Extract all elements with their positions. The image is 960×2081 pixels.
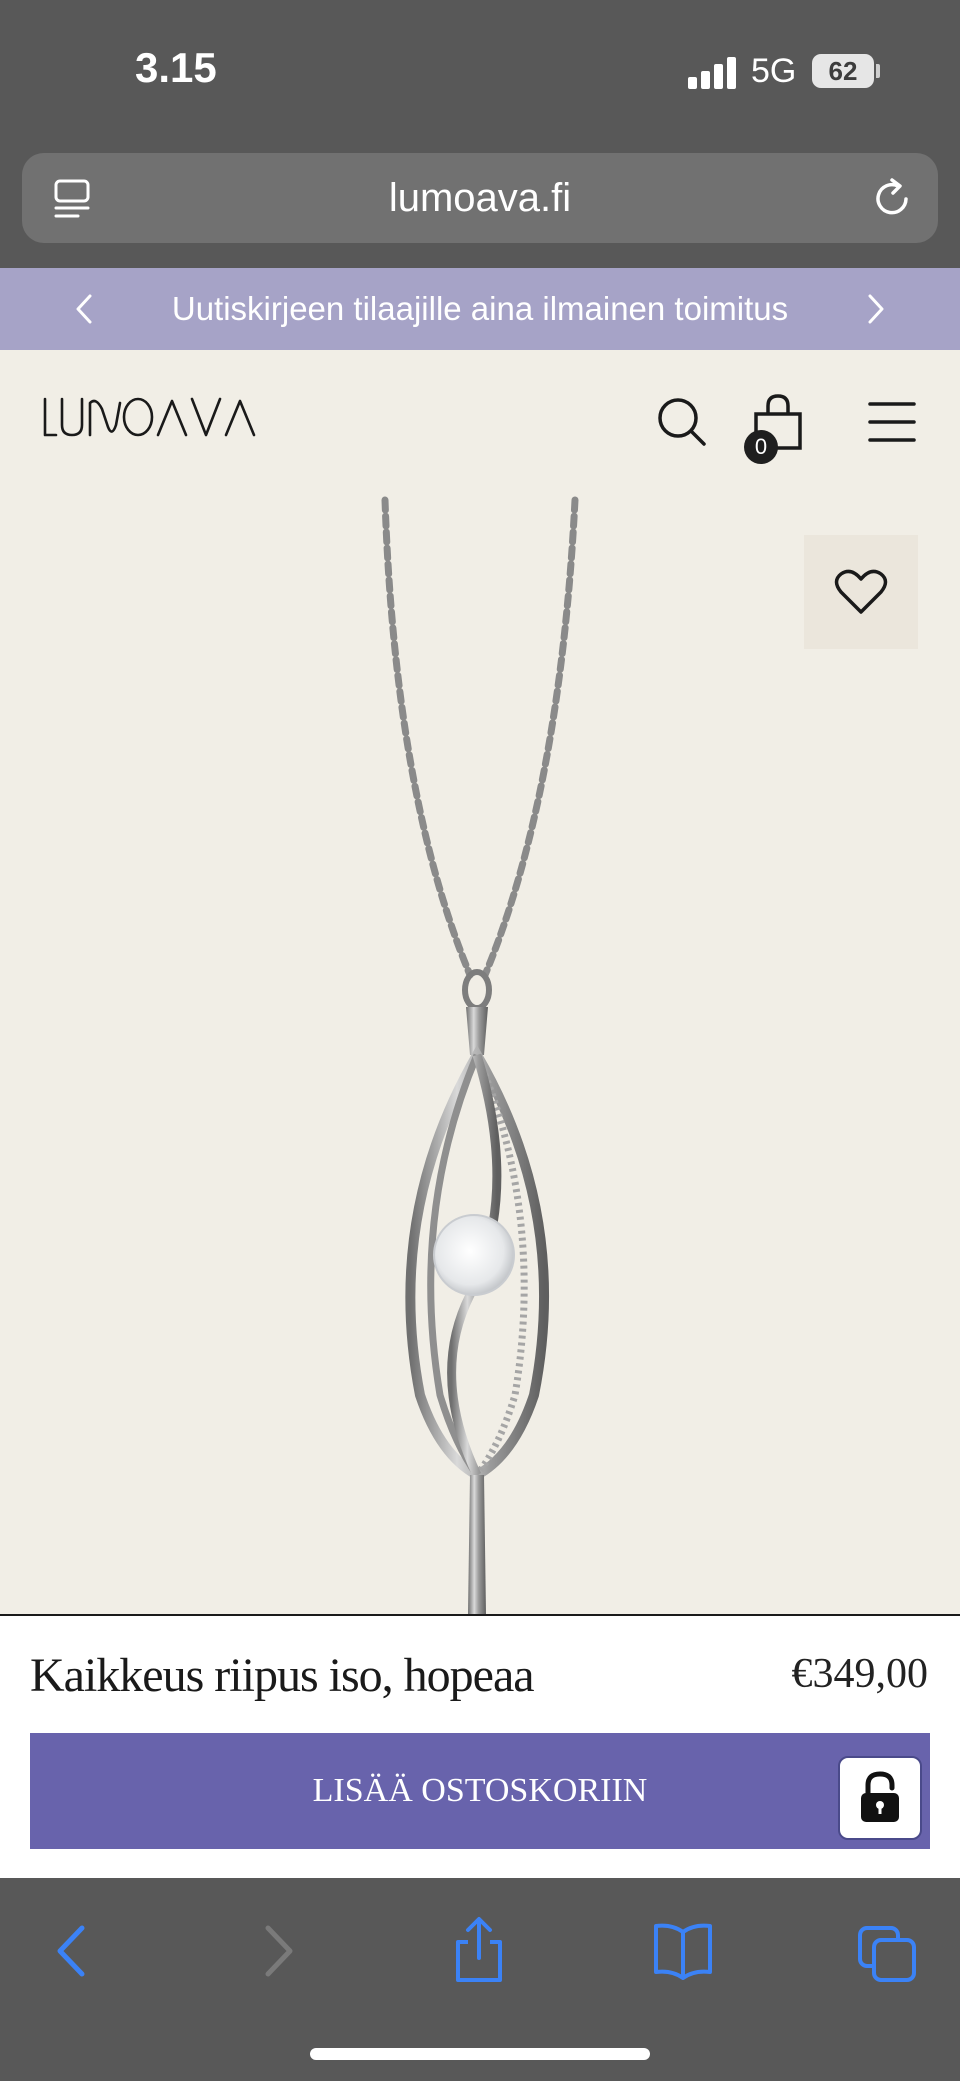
lock-icon — [861, 1771, 899, 1822]
status-time: 3.15 — [135, 44, 217, 91]
product-title: Kaikkeus riipus iso, hopeaa — [30, 1649, 535, 1702]
lock-button[interactable] — [838, 1756, 922, 1840]
chevron-left-icon[interactable] — [70, 290, 98, 328]
promo-banner: Uutiskirjeen tilaajille aina ilmainen to… — [0, 268, 960, 350]
heart-icon — [834, 569, 888, 614]
wishlist-button[interactable] — [804, 535, 918, 649]
forward-arrow-icon[interactable] — [258, 1916, 298, 1986]
lumoava-logo[interactable] — [42, 395, 264, 441]
tabs-list-icon[interactable] — [52, 177, 94, 219]
cellular-signal-icon — [688, 55, 738, 89]
battery-tip — [876, 64, 880, 78]
tabs-icon[interactable] — [856, 1916, 918, 1986]
cart-count-badge: 0 — [744, 430, 778, 464]
reload-icon[interactable] — [870, 175, 916, 221]
promo-text: Uutiskirjeen tilaajille aina ilmainen to… — [171, 290, 789, 327]
bookmarks-icon[interactable] — [652, 1916, 714, 1986]
add-to-cart-button[interactable]: LISÄÄ OSTOSKORIIN — [30, 1733, 930, 1849]
back-arrow-icon[interactable] — [52, 1916, 92, 1986]
site-header: 0 — [0, 350, 960, 495]
search-icon[interactable] — [656, 396, 708, 448]
url-bar[interactable]: lumoava.fi — [22, 153, 938, 243]
share-icon[interactable] — [452, 1916, 506, 1986]
battery-icon: 62 — [812, 54, 874, 88]
pendant-necklace-image — [381, 496, 579, 1615]
chevron-right-icon[interactable] — [862, 290, 890, 328]
add-to-cart-label: LISÄÄ OSTOSKORIIN — [312, 1772, 648, 1809]
home-indicator[interactable] — [310, 2048, 650, 2060]
product-price: €349,00 — [791, 1651, 929, 1697]
product-summary-bar: Kaikkeus riipus iso, hopeaa €349,00 LISÄ… — [0, 1614, 960, 1880]
url-text[interactable]: lumoava.fi — [22, 153, 938, 243]
status-bar: 3.15 5G 62 lumoava.fi — [0, 0, 960, 268]
product-image[interactable] — [0, 495, 960, 1615]
hamburger-menu-icon[interactable] — [868, 400, 916, 444]
network-type: 5G — [751, 52, 797, 90]
